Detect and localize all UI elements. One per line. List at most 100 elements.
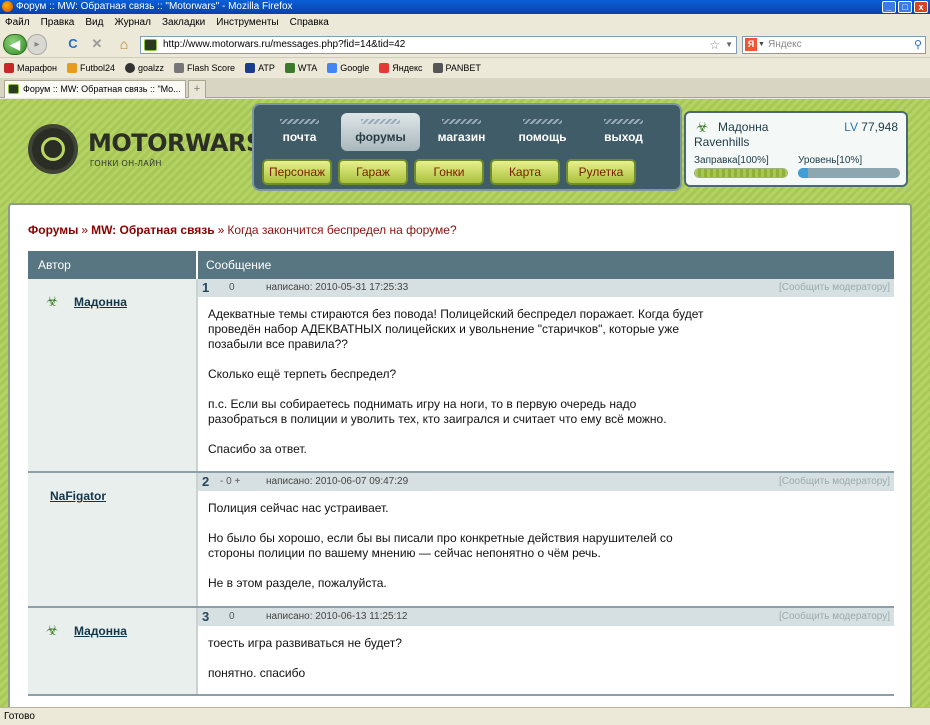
level-label: LV xyxy=(844,120,858,134)
nav-shop[interactable]: магазин xyxy=(422,113,501,151)
logo-mark-icon xyxy=(28,124,78,174)
post-paragraph: понятно. спасибо xyxy=(208,666,306,680)
bookmark-star-icon[interactable]: ☆ xyxy=(709,37,720,53)
bookmark-label: Futbol24 xyxy=(80,63,116,73)
bookmark-favicon-icon xyxy=(379,63,390,73)
post-author-cell: ☣ Мадонна xyxy=(28,608,198,694)
menu-edit[interactable]: Правка xyxy=(41,14,75,31)
post-header: 1 0 написано: 2010-05-31 17:25:33 [Сообщ… xyxy=(198,279,894,297)
url-dropdown-icon[interactable]: ▼ xyxy=(725,37,733,53)
post-author-link[interactable]: NaFigator xyxy=(50,489,106,503)
level-value: 77,948 xyxy=(861,120,898,134)
menu-help[interactable]: Справка xyxy=(290,14,329,31)
level-progress-fill xyxy=(798,168,809,178)
reload-button[interactable]: C xyxy=(64,34,82,55)
menu-bar: Файл Правка Вид Журнал Закладки Инструме… xyxy=(0,14,930,31)
minimize-button[interactable]: _ xyxy=(882,1,896,13)
garage-button[interactable]: Гараж xyxy=(338,159,408,185)
forward-button[interactable]: ▸ xyxy=(27,34,47,55)
home-button[interactable]: ⌂ xyxy=(114,34,134,55)
window-controls: _ □ x xyxy=(882,1,928,13)
player-profile: ☣ Мадонна LV 77,948 Ravenhills Заправка[… xyxy=(684,111,908,187)
player-name[interactable]: Мадонна xyxy=(718,120,768,134)
report-moderator-link[interactable]: [Сообщить модератору] xyxy=(779,279,890,297)
post-rating: 0 xyxy=(229,611,235,622)
post-body: Адекватные темы стираются без повода! По… xyxy=(208,307,708,472)
post-paragraph: Но было бы хорошо, если бы вы писали про… xyxy=(208,531,673,560)
new-tab-button[interactable]: + xyxy=(188,80,206,98)
level-progress-label: Уровень[10%] xyxy=(798,155,863,166)
browser-tab[interactable]: Форум :: MW: Обратная связь :: "Mo... xyxy=(4,80,186,98)
search-engine-icon[interactable]: Я xyxy=(745,38,757,51)
post-header: 2 - 0 + написано: 2010-06-07 09:47:29 [С… xyxy=(198,473,894,491)
column-divider xyxy=(196,251,198,279)
maximize-button[interactable]: □ xyxy=(898,1,912,13)
page-content: MOTORWARS.RU ГОНКИ ОН-ЛАЙН почта форумы … xyxy=(0,99,930,707)
search-engine-dropdown-icon[interactable]: ▼ xyxy=(758,37,765,53)
url-text: http://www.motorwars.ru/messages.php?fid… xyxy=(163,39,406,50)
post-author-link[interactable]: Мадонна xyxy=(74,295,127,309)
post-number: 1 xyxy=(202,280,210,295)
report-moderator-link[interactable]: [Сообщить модератору] xyxy=(779,608,890,626)
column-message: Сообщение xyxy=(206,258,272,272)
menu-tools[interactable]: Инструменты xyxy=(216,14,278,31)
post-header: 3 0 написано: 2010-06-13 11:25:12 [Сообщ… xyxy=(198,608,894,626)
menu-bookmarks[interactable]: Закладки xyxy=(162,14,205,31)
bookmark-item[interactable]: Flash Score xyxy=(174,58,235,78)
fuel-label: Заправка[100%] xyxy=(694,155,769,166)
breadcrumb-topic: Когда закончится беспредел на форуме? xyxy=(227,223,457,237)
post-number: 2 xyxy=(202,474,210,489)
level-progress-bar xyxy=(798,168,900,178)
post-date: написано: 2010-06-13 11:25:12 xyxy=(266,611,408,622)
status-bar: Готово xyxy=(0,707,930,725)
site-navigation: почта форумы магазин помощь выход Персон… xyxy=(252,103,682,191)
bookmark-item[interactable]: Марафон xyxy=(4,58,57,78)
column-author: Автор xyxy=(38,258,71,272)
post-rating[interactable]: - 0 + xyxy=(220,473,240,491)
menu-view[interactable]: Вид xyxy=(85,14,103,31)
breadcrumb-section[interactable]: MW: Обратная связь xyxy=(91,223,215,237)
firefox-icon xyxy=(2,1,13,12)
back-button[interactable]: ◀ xyxy=(3,34,27,55)
bookmark-favicon-icon xyxy=(174,63,185,73)
post-number: 3 xyxy=(202,609,210,624)
biohazard-icon: ☣ xyxy=(696,119,709,135)
breadcrumb-forums[interactable]: Форумы xyxy=(28,223,78,237)
bookmark-item[interactable]: ATP xyxy=(245,58,275,78)
breadcrumb: Форумы» MW: Обратная связь» Когда закончит… xyxy=(28,223,457,237)
post-author-link[interactable]: Мадонна xyxy=(74,624,127,638)
character-button[interactable]: Персонаж xyxy=(262,159,332,185)
forum-post: ☣ Мадонна 3 0 написано: 2010-06-13 11:25… xyxy=(28,608,894,696)
nav-forums[interactable]: форумы xyxy=(341,113,420,151)
forum-post: NaFigator 2 - 0 + написано: 2010-06-07 0… xyxy=(28,473,894,608)
nav-mail[interactable]: почта xyxy=(260,113,339,151)
close-button[interactable]: x xyxy=(914,1,928,13)
search-input[interactable]: Я ▼ Яндекс ⚲ xyxy=(742,36,926,54)
tab-title: Форум :: MW: Обратная связь :: "Mo... xyxy=(23,84,181,94)
bookmark-item[interactable]: goalzz xyxy=(125,58,164,78)
player-clan[interactable]: Ravenhills xyxy=(694,135,749,149)
post-paragraph: Не в этом разделе, пожалуйста. xyxy=(208,576,387,590)
roulette-button[interactable]: Рулетка xyxy=(566,159,636,185)
post-body: тоесть игра развиваться не будет? понятн… xyxy=(208,636,708,696)
bookmark-item[interactable]: WTA xyxy=(284,58,317,78)
post-paragraph: Спасибо за ответ. xyxy=(208,442,307,456)
bookmark-item[interactable]: Google xyxy=(327,58,369,78)
bookmark-item[interactable]: Яндекс xyxy=(379,58,423,78)
search-icon[interactable]: ⚲ xyxy=(914,37,922,53)
forum-panel: Форумы» MW: Обратная связь» Когда закончит… xyxy=(8,203,912,707)
bookmark-item[interactable]: Futbol24 xyxy=(67,58,115,78)
report-moderator-link[interactable]: [Сообщить модератору] xyxy=(779,473,890,491)
url-input[interactable]: http://www.motorwars.ru/messages.php?fid… xyxy=(140,36,737,54)
races-button[interactable]: Гонки xyxy=(414,159,484,185)
menu-file[interactable]: Файл xyxy=(5,14,30,31)
nav-help[interactable]: помощь xyxy=(503,113,582,151)
bookmark-item[interactable]: PANBET xyxy=(432,58,481,78)
post-paragraph: Полиция сейчас нас устраивает. xyxy=(208,501,389,515)
stop-button[interactable]: ✕ xyxy=(88,34,106,55)
site-logo[interactable]: MOTORWARS.RU ГОНКИ ОН-ЛАЙН xyxy=(28,121,309,177)
status-text: Готово xyxy=(4,711,35,722)
menu-history[interactable]: Журнал xyxy=(114,14,151,31)
map-button[interactable]: Карта xyxy=(490,159,560,185)
nav-exit[interactable]: выход xyxy=(584,113,663,151)
